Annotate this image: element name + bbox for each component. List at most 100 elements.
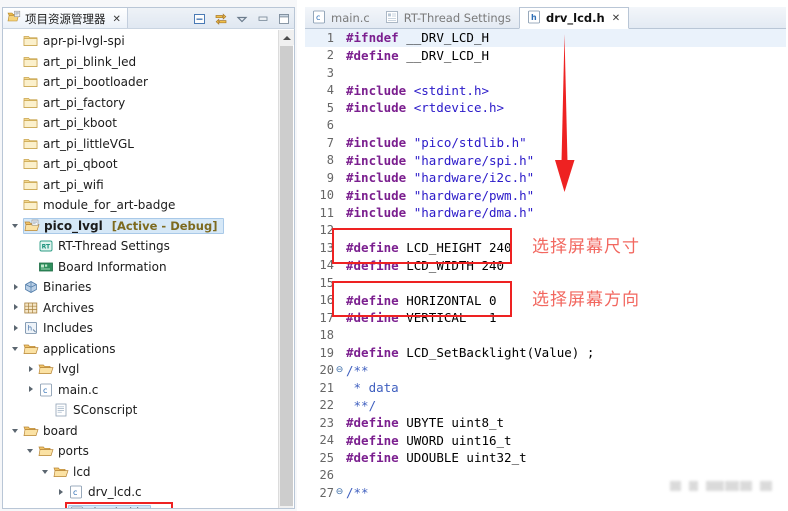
code-line[interactable]: 5 #include <rtdevice.h> [305,99,786,117]
code-line[interactable]: 25 #define UDOUBLE uint32_t [305,449,786,467]
code-line[interactable]: 12 [305,222,786,240]
code-line[interactable]: 3 [305,64,786,82]
tree-item-main.c[interactable]: c main.c [7,380,278,401]
tree-item-content[interactable]: art_pi_wifi [23,178,104,192]
code-line[interactable]: 4 #include <stdint.h> [305,82,786,100]
chevron-right-icon[interactable] [11,323,22,334]
tree-item-art-pi-kboot[interactable]: art_pi_kboot [7,113,278,134]
code-line[interactable]: 22 **/ [305,397,786,415]
tree-item-pico-lvgl[interactable]: pico_lvgl [Active - Debug] [7,216,278,237]
chevron-right-icon[interactable] [56,507,67,508]
tree-item-content[interactable]: h Includes [23,321,93,335]
code-line[interactable]: 24 #define UWORD uint16_t [305,432,786,450]
tree-item-selected[interactable]: h drv_lcd.h [68,504,151,508]
chevron-right-icon[interactable] [56,487,67,498]
tree-item-board[interactable]: board [7,421,278,442]
close-icon[interactable]: ✕ [113,14,121,25]
chevron-right-icon[interactable] [11,282,22,293]
code-line[interactable]: 20 ⊖/** [305,362,786,380]
tree-item-sconscript[interactable]: SConscript [7,400,278,421]
tree-item-content[interactable]: art_pi_bootloader [23,75,148,89]
tree-item-content[interactable]: module_for_art-badge [23,198,175,212]
code-line[interactable]: 16 #define HORIZONTAL 0 [305,292,786,310]
tree-item-art-pi-bootloader[interactable]: art_pi_bootloader [7,72,278,93]
tree-item-binaries[interactable]: Binaries [7,277,278,298]
code-line[interactable]: 18 [305,327,786,345]
code-line[interactable]: 11 #include "hardware/dma.h" [305,204,786,222]
code-line[interactable]: 15 [305,274,786,292]
collapse-all-icon[interactable] [193,12,207,26]
code-line[interactable]: 26 [305,467,786,485]
tree-item-apr-pi-lvgl-spi[interactable]: apr-pi-lvgl-spi [7,31,278,52]
chevron-down-icon[interactable] [41,466,52,477]
chevron-down-icon[interactable] [26,446,37,457]
tree-item-content[interactable]: SConscript [53,403,137,417]
close-icon[interactable]: ✕ [612,13,620,24]
editor-tab-rt-thread-settings[interactable]: RT-Thread Settings [378,7,519,29]
chevron-right-icon[interactable] [26,364,37,375]
code-line[interactable]: 27 ⊖/** [305,484,786,502]
tree-item-includes[interactable]: h Includes [7,318,278,339]
code-line[interactable]: 8 #include "hardware/spi.h" [305,152,786,170]
tree-item-content[interactable]: c main.c [38,383,98,397]
view-menu-icon[interactable] [235,12,249,26]
tree-item-selected[interactable]: pico_lvgl [Active - Debug] [23,217,225,234]
tree-item-applications[interactable]: applications [7,339,278,360]
chevron-down-icon[interactable] [11,343,22,354]
editor-tab-drv-lcd.h[interactable]: h drv_lcd.h ✕ [518,7,630,29]
code-line[interactable]: 1 #ifndef __DRV_LCD_H [305,29,786,47]
fold-toggle-icon[interactable]: ⊖ [335,484,344,501]
maximize-icon[interactable] [277,12,291,26]
tree-item-lcd[interactable]: lcd [7,462,278,483]
minimize-icon[interactable] [256,12,270,26]
tree-item-art-pi-littlevgl[interactable]: art_pi_littleVGL [7,134,278,155]
tree-item-content[interactable]: board [23,424,78,438]
editor-tab-main.c[interactable]: c main.c [305,7,378,29]
tree-item-archives[interactable]: Archives [7,298,278,319]
code-line[interactable]: 10 #include "hardware/pwm.h" [305,187,786,205]
tree-item-drv-lcd.c[interactable]: c drv_lcd.c [7,482,278,503]
project-tree[interactable]: apr-pi-lvgl-spi art_pi_blink_led art_pi_bo… [2,28,295,509]
tree-item-ports[interactable]: ports [7,441,278,462]
tree-item-content[interactable]: Binaries [23,280,91,294]
chevron-down-icon[interactable] [11,425,22,436]
tree-item-lvgl[interactable]: lvgl [7,359,278,380]
tree-item-content[interactable]: art_pi_littleVGL [23,137,134,151]
tree-item-board-information[interactable]: Board Information [7,257,278,278]
tree-item-content[interactable]: apr-pi-lvgl-spi [23,34,125,48]
tree-item-content[interactable]: art_pi_kboot [23,116,117,130]
code-line[interactable]: 13 #define LCD_HEIGHT 240 [305,239,786,257]
tree-item-content[interactable]: lcd [53,465,91,479]
tree-item-content[interactable]: Board Information [38,260,167,274]
tree-item-art-pi-wifi[interactable]: art_pi_wifi [7,175,278,196]
tree-item-content[interactable]: ports [38,444,89,458]
code-line[interactable]: 14 #define LCD_WIDTH 240 [305,257,786,275]
chevron-down-icon[interactable] [11,220,22,231]
editor-text-area[interactable]: 1 #ifndef __DRV_LCD_H 2 #define __DRV_LCD_H… [305,29,786,511]
tree-item-art-pi-blink-led[interactable]: art_pi_blink_led [7,52,278,73]
code-line[interactable]: 6 [305,117,786,135]
code-line[interactable]: 9 #include "hardware/i2c.h" [305,169,786,187]
tree-item-content[interactable]: applications [23,342,115,356]
code-line[interactable]: 21 * data [305,379,786,397]
code-line[interactable]: 23 #define UBYTE uint8_t [305,414,786,432]
fold-toggle-icon[interactable]: ⊖ [335,362,344,379]
tree-item-drv-lcd.h[interactable]: h drv_lcd.h [7,503,278,508]
code-line[interactable]: 17 #define VERTICAL 1 [305,309,786,327]
tree-item-content[interactable]: art_pi_qboot [23,157,118,171]
scroll-up-arrow-icon[interactable] [279,30,294,45]
link-with-editor-icon[interactable] [214,12,228,26]
tree-item-art-pi-factory[interactable]: art_pi_factory [7,93,278,114]
tree-item-content[interactable]: RT RT-Thread Settings [38,239,170,253]
chevron-right-icon[interactable] [26,384,37,395]
tree-item-content[interactable]: art_pi_factory [23,96,125,110]
tree-item-art-pi-qboot[interactable]: art_pi_qboot [7,154,278,175]
tab-project-explorer[interactable]: 项目资源管理器 ✕ [3,8,128,30]
tree-item-content[interactable]: c drv_lcd.c [68,485,142,499]
tree-item-content[interactable]: art_pi_blink_led [23,55,136,69]
tree-vertical-scrollbar[interactable] [278,30,294,508]
code-line[interactable]: 2 #define __DRV_LCD_H [305,47,786,65]
tree-item-content[interactable]: Archives [23,301,94,315]
code-line[interactable]: 19 #define LCD_SetBacklight(Value) ; [305,344,786,362]
tree-item-module-for-art-badge[interactable]: module_for_art-badge [7,195,278,216]
